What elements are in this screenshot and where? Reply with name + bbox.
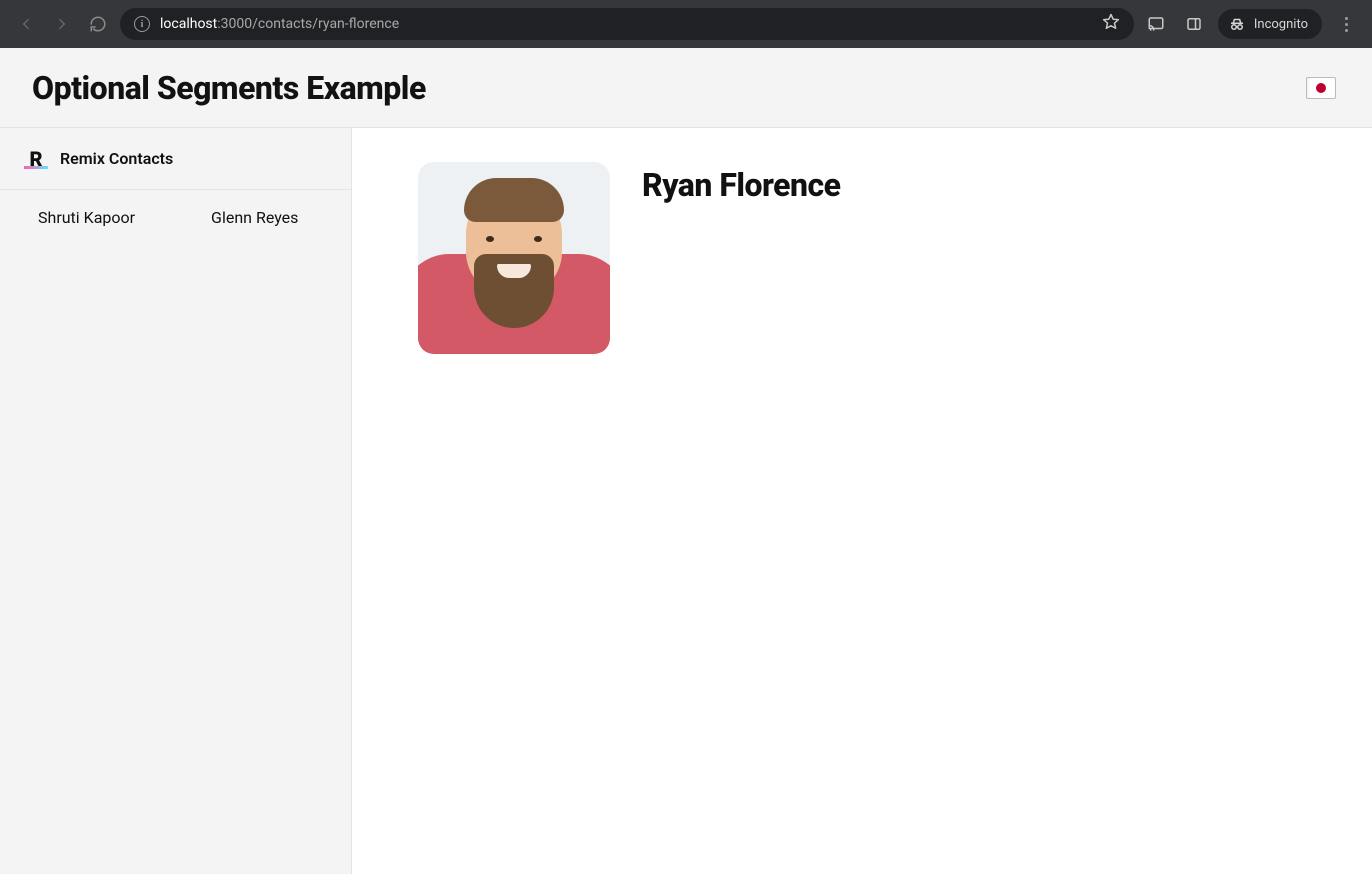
incognito-icon: [1228, 15, 1246, 33]
browser-menu-button[interactable]: [1332, 10, 1360, 38]
url-bar[interactable]: i localhost:3000/contacts/ryan-florence: [120, 8, 1134, 40]
url-host: localhost: [160, 16, 217, 32]
contact-name: Ryan Florence: [642, 166, 841, 204]
sidebar: R Remix Contacts Shruti Kapoor Glenn Reye…: [0, 128, 352, 874]
forward-button[interactable]: [48, 10, 76, 38]
sidebar-header[interactable]: R Remix Contacts: [0, 128, 351, 190]
incognito-badge[interactable]: Incognito: [1218, 9, 1322, 39]
reload-button[interactable]: [84, 10, 112, 38]
sidebar-item-label: Glenn Reyes: [211, 208, 298, 227]
page-title: Optional Segments Example: [32, 69, 426, 107]
browser-chrome: i localhost:3000/contacts/ryan-florence …: [0, 0, 1372, 48]
chrome-right: Incognito: [1142, 9, 1360, 39]
language-flag-button[interactable]: [1306, 77, 1336, 99]
remix-logo-icon: R: [24, 147, 48, 171]
contact-avatar: [418, 162, 610, 354]
page-header: Optional Segments Example: [0, 48, 1372, 128]
url-text: localhost:3000/contacts/ryan-florence: [160, 16, 399, 32]
url-path: /contacts/ryan-florence: [252, 16, 399, 32]
cast-icon[interactable]: [1142, 10, 1170, 38]
back-button[interactable]: [12, 10, 40, 38]
bookmark-star-icon[interactable]: [1102, 13, 1120, 35]
sidebar-brand: Remix Contacts: [60, 149, 173, 168]
incognito-label: Incognito: [1254, 17, 1308, 32]
app-body: R Remix Contacts Shruti Kapoor Glenn Reye…: [0, 128, 1372, 874]
contact-list: Shruti KapoorGlenn ReyesRyan FlorenceOsc…: [0, 190, 351, 245]
contact-detail: Ryan Florence: [352, 128, 1372, 874]
panel-icon[interactable]: [1180, 10, 1208, 38]
sidebar-item-contact[interactable]: Glenn Reyes: [173, 196, 336, 239]
sidebar-item-contact[interactable]: Shruti Kapoor: [0, 196, 173, 239]
site-info-icon[interactable]: i: [134, 16, 150, 32]
sidebar-item-contact[interactable]: Ryan Florence: [336, 196, 351, 239]
url-port: :3000: [217, 16, 252, 32]
sidebar-item-label: Shruti Kapoor: [38, 208, 135, 227]
